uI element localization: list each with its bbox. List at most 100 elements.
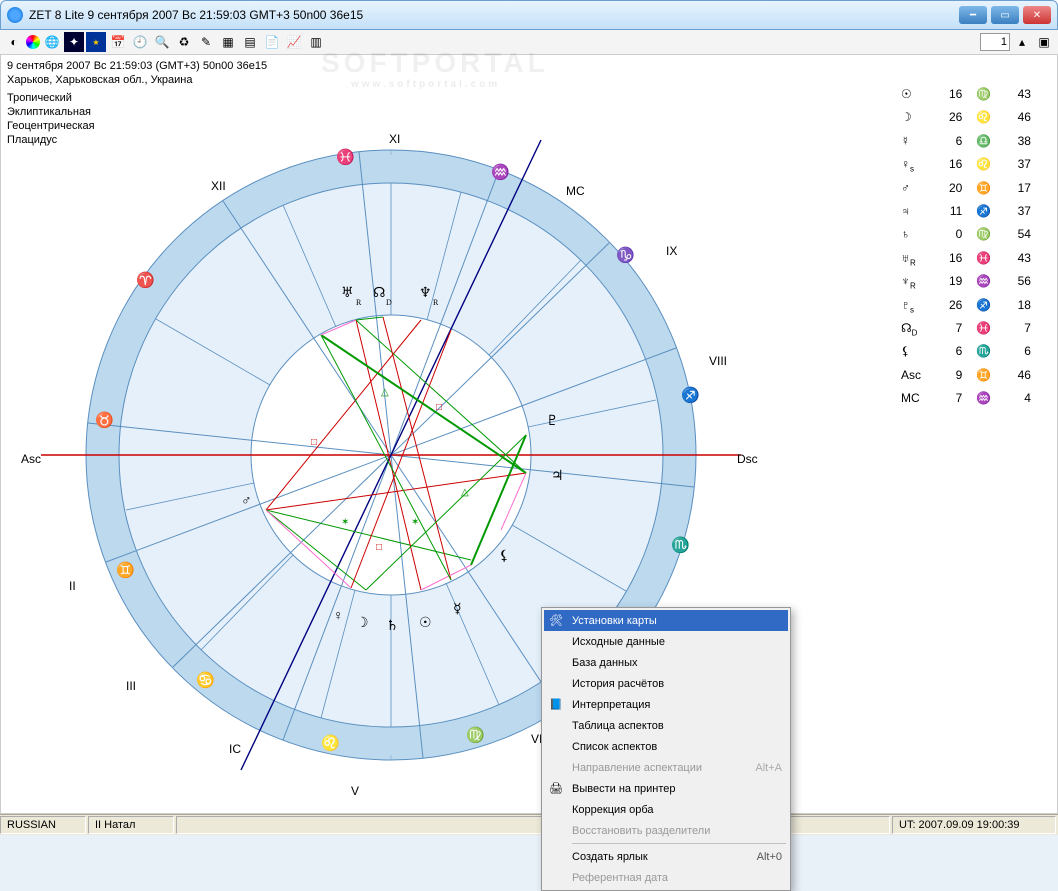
planet-row: ☿6♎38 [901, 132, 1031, 155]
svg-text:☊: ☊ [373, 286, 385, 301]
planet-row: ♇s26♐18 [901, 296, 1031, 319]
menu-item[interactable]: Таблица аспектов [544, 715, 788, 736]
menu-item[interactable]: 🛠Установки карты [544, 610, 788, 631]
planet-row: ♃11♐37 [901, 202, 1031, 225]
svg-text:♀: ♀ [333, 609, 344, 624]
tool-text-icon[interactable]: 📄 [262, 32, 282, 52]
svg-text:V: V [351, 784, 359, 798]
menu-item[interactable]: 🖨Вывести на принтер [544, 778, 788, 799]
menu-item[interactable]: 📘Интерпретация [544, 694, 788, 715]
svg-text:VIII: VIII [709, 354, 727, 368]
svg-text:♉: ♉ [95, 411, 114, 429]
maximize-button[interactable]: ▭ [991, 6, 1019, 24]
tool-search-icon[interactable]: 🔍 [152, 32, 172, 52]
tool-spinup-icon[interactable]: ▴ [1012, 32, 1032, 52]
svg-text:♏: ♏ [671, 536, 690, 554]
menu-item[interactable]: Исходные данные [544, 631, 788, 652]
dsc-label: Dsc [737, 452, 758, 466]
planet-row: ☊D7♓7 [901, 319, 1031, 342]
content-area: 9 сентября 2007 Вс 21:59:03 (GMT+3) 50n0… [0, 55, 1058, 814]
planet-row: Asc9♊46 [901, 366, 1031, 389]
chart-area[interactable]: 9 сентября 2007 Вс 21:59:03 (GMT+3) 50n0… [1, 55, 1057, 813]
watermark: SOFTPORTAL www.softportal.com [321, 47, 549, 90]
planet-row: ♄0♍54 [901, 225, 1031, 248]
svg-text:♐: ♐ [681, 386, 700, 404]
menu-item[interactable]: История расчётов [544, 673, 788, 694]
mc-label: MC [566, 184, 585, 198]
tool-clock-icon[interactable]: 🕘 [130, 32, 150, 52]
svg-text:♓: ♓ [336, 148, 355, 166]
svg-text:△: △ [381, 387, 389, 398]
tool-zoomfit-icon[interactable]: ▣ [1034, 32, 1054, 52]
svg-text:♈: ♈ [136, 271, 155, 289]
status-mode: II Натал [88, 816, 174, 834]
menu-item[interactable]: Коррекция орба [544, 799, 788, 820]
menu-item[interactable]: Создать ярлыкAlt+0 [544, 846, 788, 867]
menu-item[interactable]: Список аспектов [544, 736, 788, 757]
planet-row: ☉16♍43 [901, 85, 1031, 108]
svg-text:☉: ☉ [419, 616, 432, 631]
svg-text:☽: ☽ [356, 616, 369, 631]
app-icon [7, 7, 23, 23]
svg-text:II: II [69, 579, 76, 593]
svg-text:♋: ♋ [196, 671, 215, 689]
menu-item: Референтная дата [544, 867, 788, 888]
svg-text:♍: ♍ [466, 726, 485, 744]
tool-refresh-icon[interactable]: ♻ [174, 32, 194, 52]
tool-edit-icon[interactable]: ✎ [196, 32, 216, 52]
menu-item: Восстановить разделители [544, 820, 788, 841]
close-button[interactable]: ✕ [1023, 6, 1051, 24]
svg-text:♇: ♇ [546, 414, 559, 429]
planet-position-table: ☉16♍43☽26♌46☿6♎38♀s16♌37♂20♊17♃11♐37♄0♍5… [901, 85, 1031, 412]
status-ut: UT: 2007.09.09 19:00:39 [892, 816, 1056, 834]
menu-item[interactable]: База данных [544, 652, 788, 673]
svg-text:♆: ♆ [419, 286, 432, 301]
tool-chart-icon[interactable]: 📈 [284, 32, 304, 52]
tool-natal-icon[interactable]: ◐ [4, 32, 24, 52]
window-controls: ━ ▭ ✕ [959, 6, 1051, 24]
menu-item: Направление аспектацииAlt+A [544, 757, 788, 778]
planet-row: ⚸6♏6 [901, 342, 1031, 365]
tool-list-icon[interactable]: ▦ [218, 32, 238, 52]
planet-row: ♅R16♓43 [901, 249, 1031, 272]
page-number-input[interactable] [980, 33, 1010, 51]
svg-text:XI: XI [389, 132, 400, 146]
svg-text:R: R [356, 298, 362, 307]
svg-text:△: △ [461, 487, 469, 498]
svg-text:☿: ☿ [453, 602, 462, 617]
svg-text:♑: ♑ [616, 246, 635, 264]
svg-text:♌: ♌ [321, 734, 340, 752]
tool-eu-icon[interactable]: ★ [86, 32, 106, 52]
svg-text:⚸: ⚸ [499, 549, 509, 564]
planet-row: ♀s16♌37 [901, 155, 1031, 178]
svg-text:□: □ [311, 437, 317, 448]
app-window: ZET 8 Lite 9 сентября 2007 Вс 21:59:03 G… [0, 0, 1058, 832]
titlebar: ZET 8 Lite 9 сентября 2007 Вс 21:59:03 G… [0, 0, 1058, 30]
tool-color-icon[interactable] [26, 35, 40, 49]
tool-card-icon[interactable]: ▤ [240, 32, 260, 52]
svg-text:□: □ [436, 402, 442, 413]
svg-text:D: D [386, 298, 392, 307]
planet-row: ☽26♌46 [901, 108, 1031, 131]
ic-label: IC [229, 742, 241, 756]
svg-text:♃: ♃ [551, 469, 564, 484]
planet-row: ♆R19♒56 [901, 272, 1031, 295]
svg-text:IX: IX [666, 244, 677, 258]
info-header: 9 сентября 2007 Вс 21:59:03 (GMT+3) 50n0… [7, 59, 267, 87]
svg-text:♒: ♒ [491, 163, 510, 181]
context-menu: 🛠Установки картыИсходные данныеБаза данн… [541, 607, 791, 891]
tool-calendar-icon[interactable]: 📅 [108, 32, 128, 52]
minimize-button[interactable]: ━ [959, 6, 987, 24]
svg-text:♊: ♊ [116, 561, 135, 579]
svg-text:✶: ✶ [411, 517, 419, 528]
asc-label: Asc [21, 452, 41, 466]
tool-night-icon[interactable]: ✦ [64, 32, 84, 52]
planet-row: MC7♒4 [901, 389, 1031, 412]
svg-text:III: III [126, 679, 136, 693]
svg-text:♂: ♂ [241, 494, 252, 509]
window-title: ZET 8 Lite 9 сентября 2007 Вс 21:59:03 G… [29, 8, 959, 22]
tool-globe-icon[interactable]: 🌐 [42, 32, 62, 52]
svg-text:□: □ [376, 542, 382, 553]
svg-text:♅: ♅ [341, 286, 354, 301]
svg-text:R: R [433, 298, 439, 307]
